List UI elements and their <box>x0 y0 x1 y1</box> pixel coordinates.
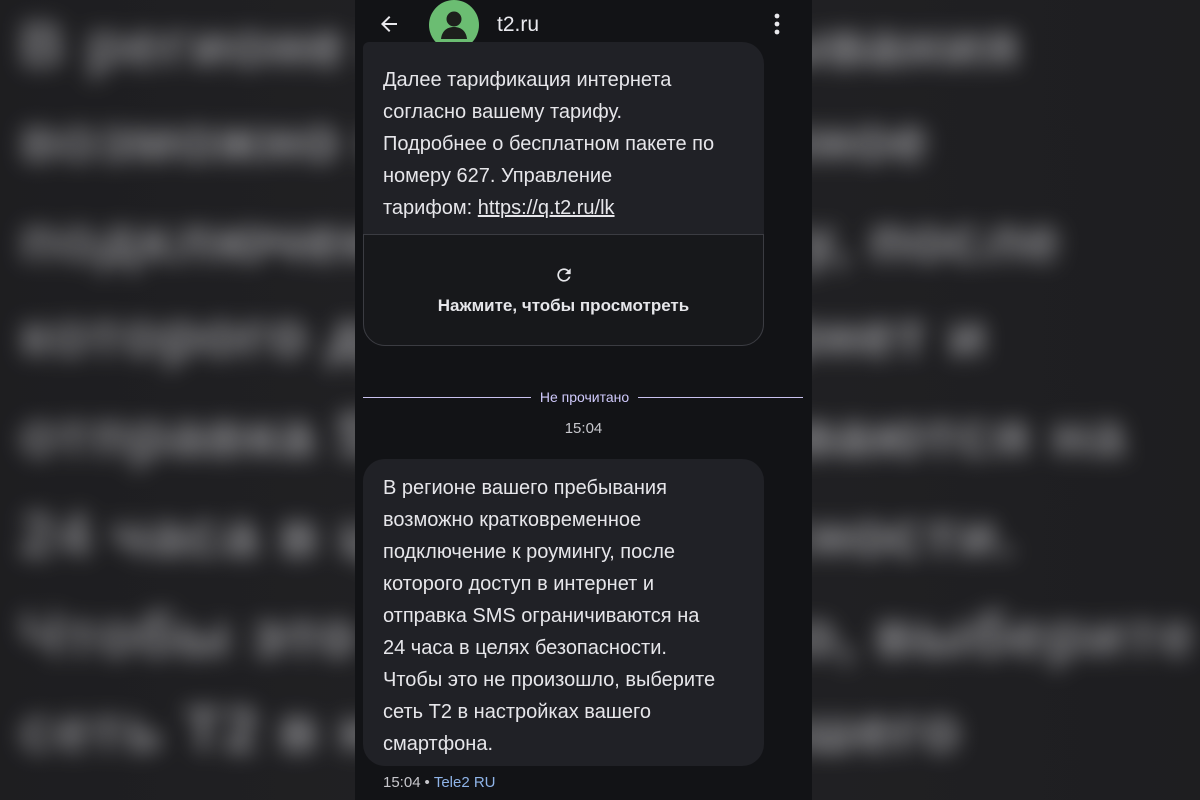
message-line: смартфона. <box>383 733 494 755</box>
message-bubble[interactable]: В регионе вашего пребывания возможно кра… <box>363 459 764 766</box>
more-vertical-icon <box>774 13 780 35</box>
person-icon <box>441 11 467 39</box>
phone-screen: t2.ru Далее тарификация интернета соглас… <box>355 0 812 800</box>
unread-divider-label: Не прочитано <box>539 389 630 405</box>
message-line-prefix: тарифом: <box>383 197 478 219</box>
meta-separator: • <box>424 774 430 791</box>
message-line: которого доступ в интернет и <box>383 573 655 595</box>
message-timestamp: 15:04 <box>564 420 603 437</box>
arrow-left-icon <box>381 16 397 32</box>
message-line: 24 часа в целях безопасности. <box>383 637 667 659</box>
message-line: Далее тарификация интернета <box>383 69 672 91</box>
message-line: Чтобы это не произошло, выберите <box>383 669 716 691</box>
divider-line <box>638 397 803 398</box>
message-line: возможно кратковременное <box>383 509 642 531</box>
message-line: согласно вашему тарифу. <box>383 101 623 123</box>
divider-line <box>363 397 531 398</box>
message-line: номеру 627. Управление <box>383 165 613 187</box>
message-text: Далее тарификация интернета согласно ваш… <box>363 42 764 224</box>
sim-sender-label: Tele2 RU <box>433 774 496 791</box>
message-time: 15:04 <box>383 774 421 791</box>
message-line: сеть Т2 в настройках вашего <box>383 701 651 723</box>
tariff-link[interactable]: https://q.t2.ru/lk <box>478 197 615 219</box>
tap-to-view-label: Нажмите, чтобы просмотреть <box>437 296 690 315</box>
message-line: Подробнее о бесплатном пакете по <box>383 133 715 155</box>
more-options-button[interactable] <box>763 8 791 40</box>
link-preview-card[interactable]: Нажмите, чтобы просмотреть <box>363 234 764 346</box>
message-bubble[interactable]: Далее тарификация интернета согласно ваш… <box>363 42 764 346</box>
message-line: В регионе вашего пребывания <box>383 477 667 499</box>
refresh-icon <box>557 268 571 282</box>
message-line: подключение к роумингу, после <box>383 541 676 563</box>
contact-name[interactable]: t2.ru <box>497 13 539 37</box>
message-line: тарифом: https://q.t2.ru/lk <box>383 192 744 224</box>
message-text: В регионе вашего пребывания возможно кра… <box>363 459 764 760</box>
back-button[interactable] <box>373 8 405 40</box>
message-line: отправка SMS ограничиваются на <box>383 605 700 627</box>
message-meta: 15:04 • Tele2 RU <box>383 774 496 791</box>
